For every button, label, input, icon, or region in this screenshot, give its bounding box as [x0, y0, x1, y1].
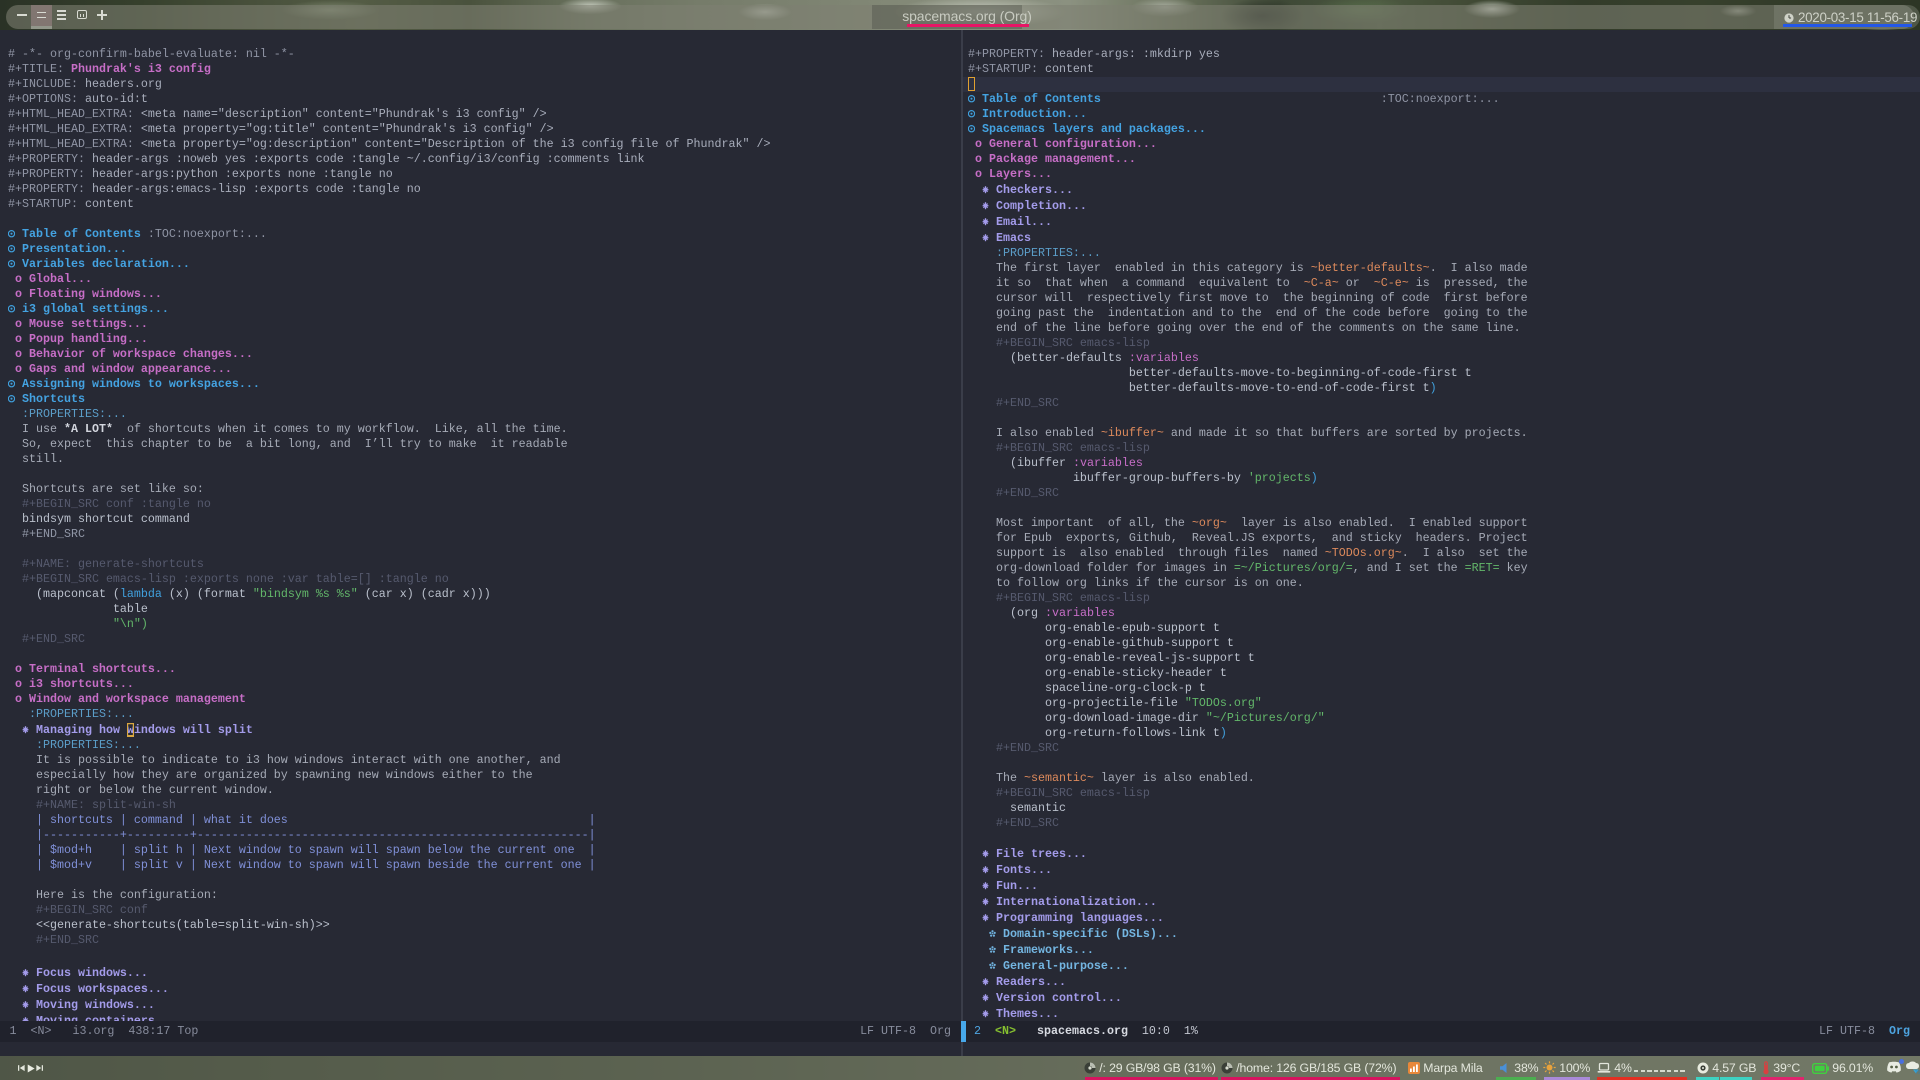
- svg-text:TS: TS: [1915, 1070, 1920, 1074]
